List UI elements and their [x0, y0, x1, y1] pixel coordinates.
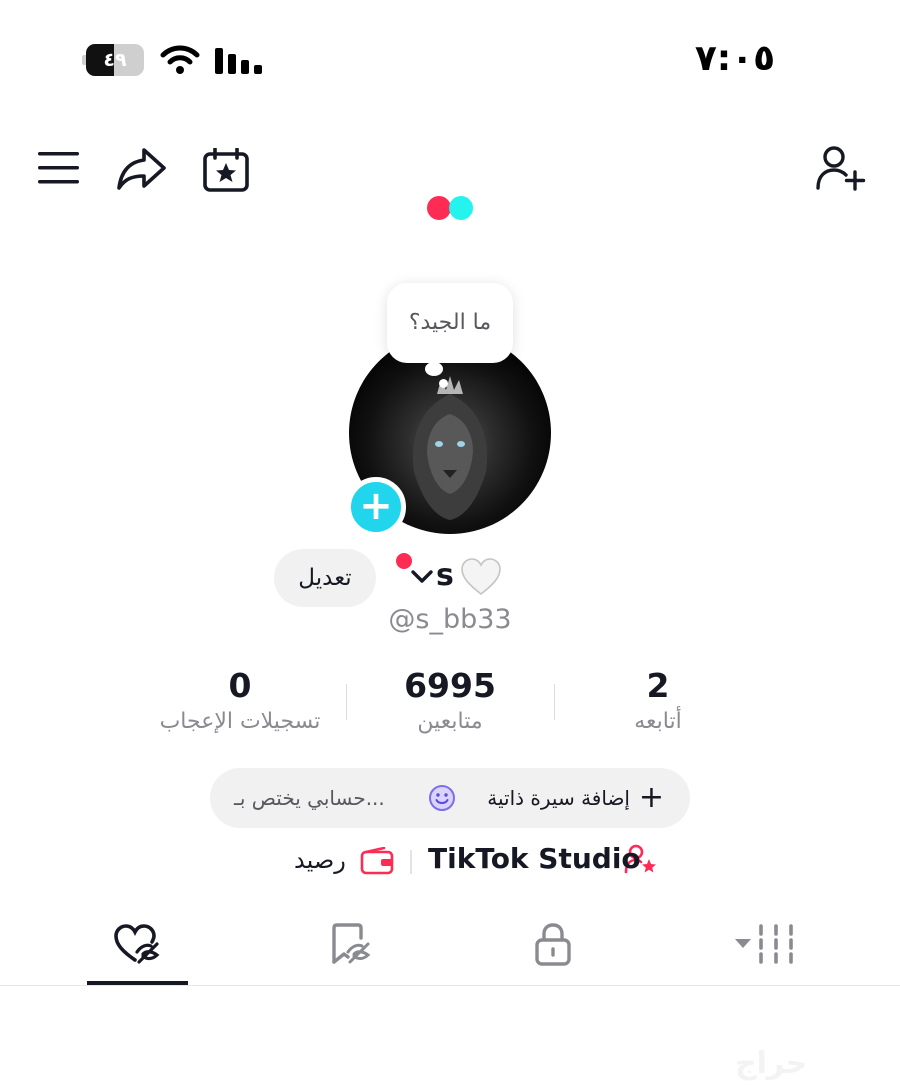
bubble-tail-dot	[439, 379, 448, 388]
tab-favorites-hidden[interactable]	[300, 922, 400, 972]
stat-likes[interactable]: 0 تسجيلات الإعجاب	[150, 666, 330, 734]
following-count: 2	[646, 666, 670, 705]
username: @s_bb33	[388, 604, 512, 635]
stat-divider	[346, 684, 347, 720]
bio-private-label: حسابي يختص بـ...	[234, 768, 385, 828]
videos-grid-icon	[735, 924, 793, 964]
display-name[interactable]: s	[436, 558, 454, 593]
hidden-favorites-icon	[332, 923, 371, 964]
add-bio-label: إضافة سيرة ذاتية	[487, 786, 630, 810]
note-text: ما الجيد؟	[408, 310, 492, 335]
wifi-icon	[160, 44, 200, 80]
share-icon[interactable]	[116, 146, 168, 196]
followers-label: متابعين	[417, 709, 483, 734]
likes-count: 0	[228, 666, 252, 705]
stat-divider	[554, 684, 555, 720]
add-friend-icon[interactable]	[814, 144, 866, 196]
followers-count: 6995	[404, 666, 496, 705]
liked-videos-icon	[114, 924, 160, 964]
stat-followers[interactable]: 6995 متابعين	[360, 666, 540, 734]
tiktok-studio-link[interactable]: TikTok Studio	[428, 842, 641, 875]
battery-icon: ٤٩	[82, 44, 144, 76]
likes-label: تسجيلات الإعجاب	[159, 709, 321, 734]
plus-icon: +	[638, 780, 664, 815]
battery-level-text: ٤٩	[103, 49, 127, 71]
smile-icon	[428, 784, 456, 816]
white-heart-icon	[460, 557, 502, 601]
tools-divider	[410, 850, 412, 874]
status-time: ٧:٠٥	[694, 38, 776, 79]
add-avatar-button[interactable]: +	[346, 477, 406, 537]
stat-following[interactable]: 2 أتابعه	[568, 666, 748, 734]
edit-profile-button[interactable]: تعديل	[274, 549, 376, 607]
tab-videos[interactable]	[715, 922, 815, 972]
watermark-logo: حراج	[735, 1046, 808, 1081]
note-bubble[interactable]: ما الجيد؟	[387, 283, 513, 363]
menu-icon[interactable]	[38, 150, 80, 190]
bubble-tail	[425, 362, 443, 376]
notification-dot	[396, 553, 412, 569]
chevron-down-icon[interactable]	[410, 568, 434, 590]
tiktok-logo-dots	[427, 196, 475, 220]
private-lock-icon	[535, 923, 571, 966]
tabs-divider	[0, 985, 900, 986]
following-label: أتابعه	[634, 709, 682, 734]
bio-private-text: حسابي يختص بـ...	[234, 786, 385, 810]
plus-icon: +	[359, 483, 393, 529]
tab-private[interactable]	[503, 922, 603, 972]
calendar-star-icon[interactable]	[203, 147, 249, 196]
tab-liked[interactable]	[87, 922, 187, 972]
signal-icon	[214, 44, 262, 80]
balance-link[interactable]: رصيد	[294, 846, 346, 874]
wallet-icon[interactable]	[360, 846, 394, 879]
